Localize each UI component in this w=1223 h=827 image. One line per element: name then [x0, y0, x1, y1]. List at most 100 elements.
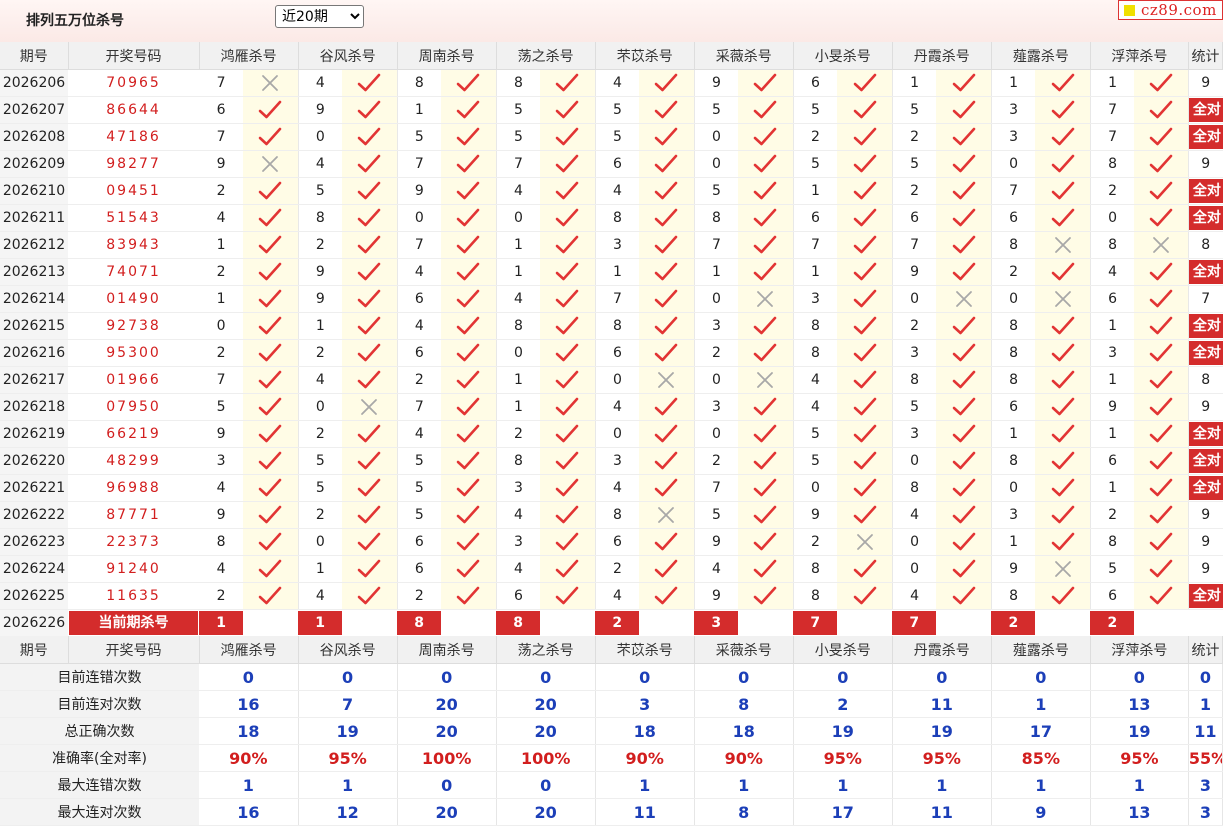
- kill-number-cell: 8: [1090, 150, 1135, 178]
- check-icon: [639, 420, 695, 448]
- check-icon: [936, 555, 992, 583]
- stats-value: 1: [991, 771, 1091, 799]
- current-kill-number: 7: [793, 611, 838, 635]
- check-icon: [441, 339, 497, 367]
- check-icon: [441, 582, 497, 610]
- check-icon: [441, 312, 497, 340]
- kill-number-cell: 9: [694, 69, 739, 97]
- kill-number-cell: 1: [496, 366, 541, 394]
- kill-number-cell: 0: [991, 285, 1036, 313]
- check-icon: [1134, 177, 1189, 205]
- all-correct-badge: 全对: [1188, 422, 1223, 446]
- stat-cell: 全对: [1188, 447, 1223, 475]
- period-select[interactable]: 近20期: [275, 5, 364, 28]
- stats-total: 3: [1188, 771, 1223, 799]
- kill-number-cell: 0: [694, 285, 739, 313]
- check-icon: [1035, 150, 1091, 178]
- table-row: 2026224 91240 4 1 6 4 2 4 8 0 9 5 9: [0, 555, 1223, 583]
- cross-icon: [1035, 285, 1091, 313]
- check-icon: [441, 555, 497, 583]
- kill-number-cell: 5: [397, 123, 442, 151]
- col-expert-header: 谷风杀号: [298, 42, 398, 70]
- kill-number-cell: 2: [199, 258, 244, 286]
- col-expert-header: 浮萍杀号: [1090, 42, 1189, 70]
- check-icon: [342, 231, 398, 259]
- kill-number-cell: 5: [595, 123, 640, 151]
- kill-number-cell: 4: [793, 393, 838, 421]
- check-icon: [1035, 582, 1091, 610]
- stats-value: 85%: [991, 744, 1091, 772]
- kill-number-cell: 8: [199, 528, 244, 556]
- check-icon: [738, 393, 794, 421]
- current-kill-cell: 7: [793, 609, 838, 636]
- all-correct-badge: 全对: [1188, 206, 1223, 230]
- draw-number-cell: 51543: [68, 204, 200, 232]
- check-icon: [342, 312, 398, 340]
- kill-number-cell: 3: [694, 312, 739, 340]
- kill-number-cell: 5: [793, 420, 838, 448]
- check-icon: [639, 231, 695, 259]
- check-icon: [837, 474, 893, 502]
- check-icon: [639, 258, 695, 286]
- check-icon: [738, 528, 794, 556]
- check-icon: [936, 258, 992, 286]
- stats-row: 准确率(全对率) 90% 95% 100% 100% 90% 90% 95% 95% 85% 95%…: [0, 744, 1223, 772]
- kill-number-cell: 9: [694, 528, 739, 556]
- all-correct-badge: 全对: [1188, 260, 1223, 284]
- kill-number-cell: 7: [199, 366, 244, 394]
- kill-number-table: 期号 开奖号码 鸿雁杀号 谷风杀号 周南杀号 荡之杀号 芣苡杀号 采薇杀号 小旻杀号 丹霞杀号 薤露…: [0, 42, 1223, 826]
- kill-number-cell: 4: [298, 69, 343, 97]
- kill-number-cell: 4: [595, 393, 640, 421]
- kill-number-cell: 2: [892, 123, 937, 151]
- kill-number-cell: 5: [199, 393, 244, 421]
- check-icon: [738, 150, 794, 178]
- check-icon: [837, 123, 893, 151]
- stats-value: 20: [496, 798, 596, 826]
- check-icon: [639, 177, 695, 205]
- check-icon: [441, 393, 497, 421]
- cross-icon: [936, 285, 992, 313]
- check-icon: [1134, 420, 1189, 448]
- kill-number-cell: 1: [199, 285, 244, 313]
- kill-number-cell: 9: [991, 555, 1036, 583]
- cross-icon: [1035, 555, 1091, 583]
- check-icon: [342, 150, 398, 178]
- check-icon: [441, 366, 497, 394]
- table-row: 2026210 09451 2 5 9 4 4 5 1 2 7 2 全对: [0, 177, 1223, 205]
- check-icon: [1035, 339, 1091, 367]
- current-kill-spacer: [837, 609, 893, 636]
- check-icon: [738, 204, 794, 232]
- kill-number-cell: 5: [298, 447, 343, 475]
- kill-number-cell: 9: [298, 96, 343, 124]
- kill-number-cell: 7: [1090, 123, 1135, 151]
- col-expert-header: 丹霞杀号: [892, 42, 992, 70]
- check-icon: [837, 339, 893, 367]
- check-icon: [540, 528, 596, 556]
- kill-number-cell: 2: [397, 366, 442, 394]
- kill-number-cell: 2: [298, 501, 343, 529]
- check-icon: [936, 96, 992, 124]
- kill-number-cell: 2: [496, 420, 541, 448]
- check-icon: [1035, 474, 1091, 502]
- kill-number-cell: 9: [298, 285, 343, 313]
- kill-number-cell: 8: [595, 204, 640, 232]
- check-icon: [441, 447, 497, 475]
- check-icon: [243, 474, 299, 502]
- check-icon: [837, 366, 893, 394]
- check-icon: [1134, 150, 1189, 178]
- stats-col-expert-header: 丹霞杀号: [892, 636, 992, 664]
- stats-value: 0: [694, 663, 794, 691]
- stats-value: 95%: [1090, 744, 1189, 772]
- kill-number-cell: 8: [892, 366, 937, 394]
- draw-number-cell: 07950: [68, 393, 200, 421]
- check-icon: [540, 69, 596, 97]
- brand-logo[interactable]: cz89.com: [1118, 0, 1223, 20]
- kill-number-cell: 3: [496, 528, 541, 556]
- stats-col-issue-header: 期号: [0, 636, 69, 664]
- stats-row: 目前连错次数 0 0 0 0 0 0 0 0 0 0 0: [0, 663, 1223, 691]
- check-icon: [243, 231, 299, 259]
- kill-number-cell: 1: [1090, 312, 1135, 340]
- check-icon: [738, 339, 794, 367]
- check-icon: [342, 285, 398, 313]
- table-row: 2026217 01966 7 4 2 1 0 0 4 8 8 1 8: [0, 366, 1223, 394]
